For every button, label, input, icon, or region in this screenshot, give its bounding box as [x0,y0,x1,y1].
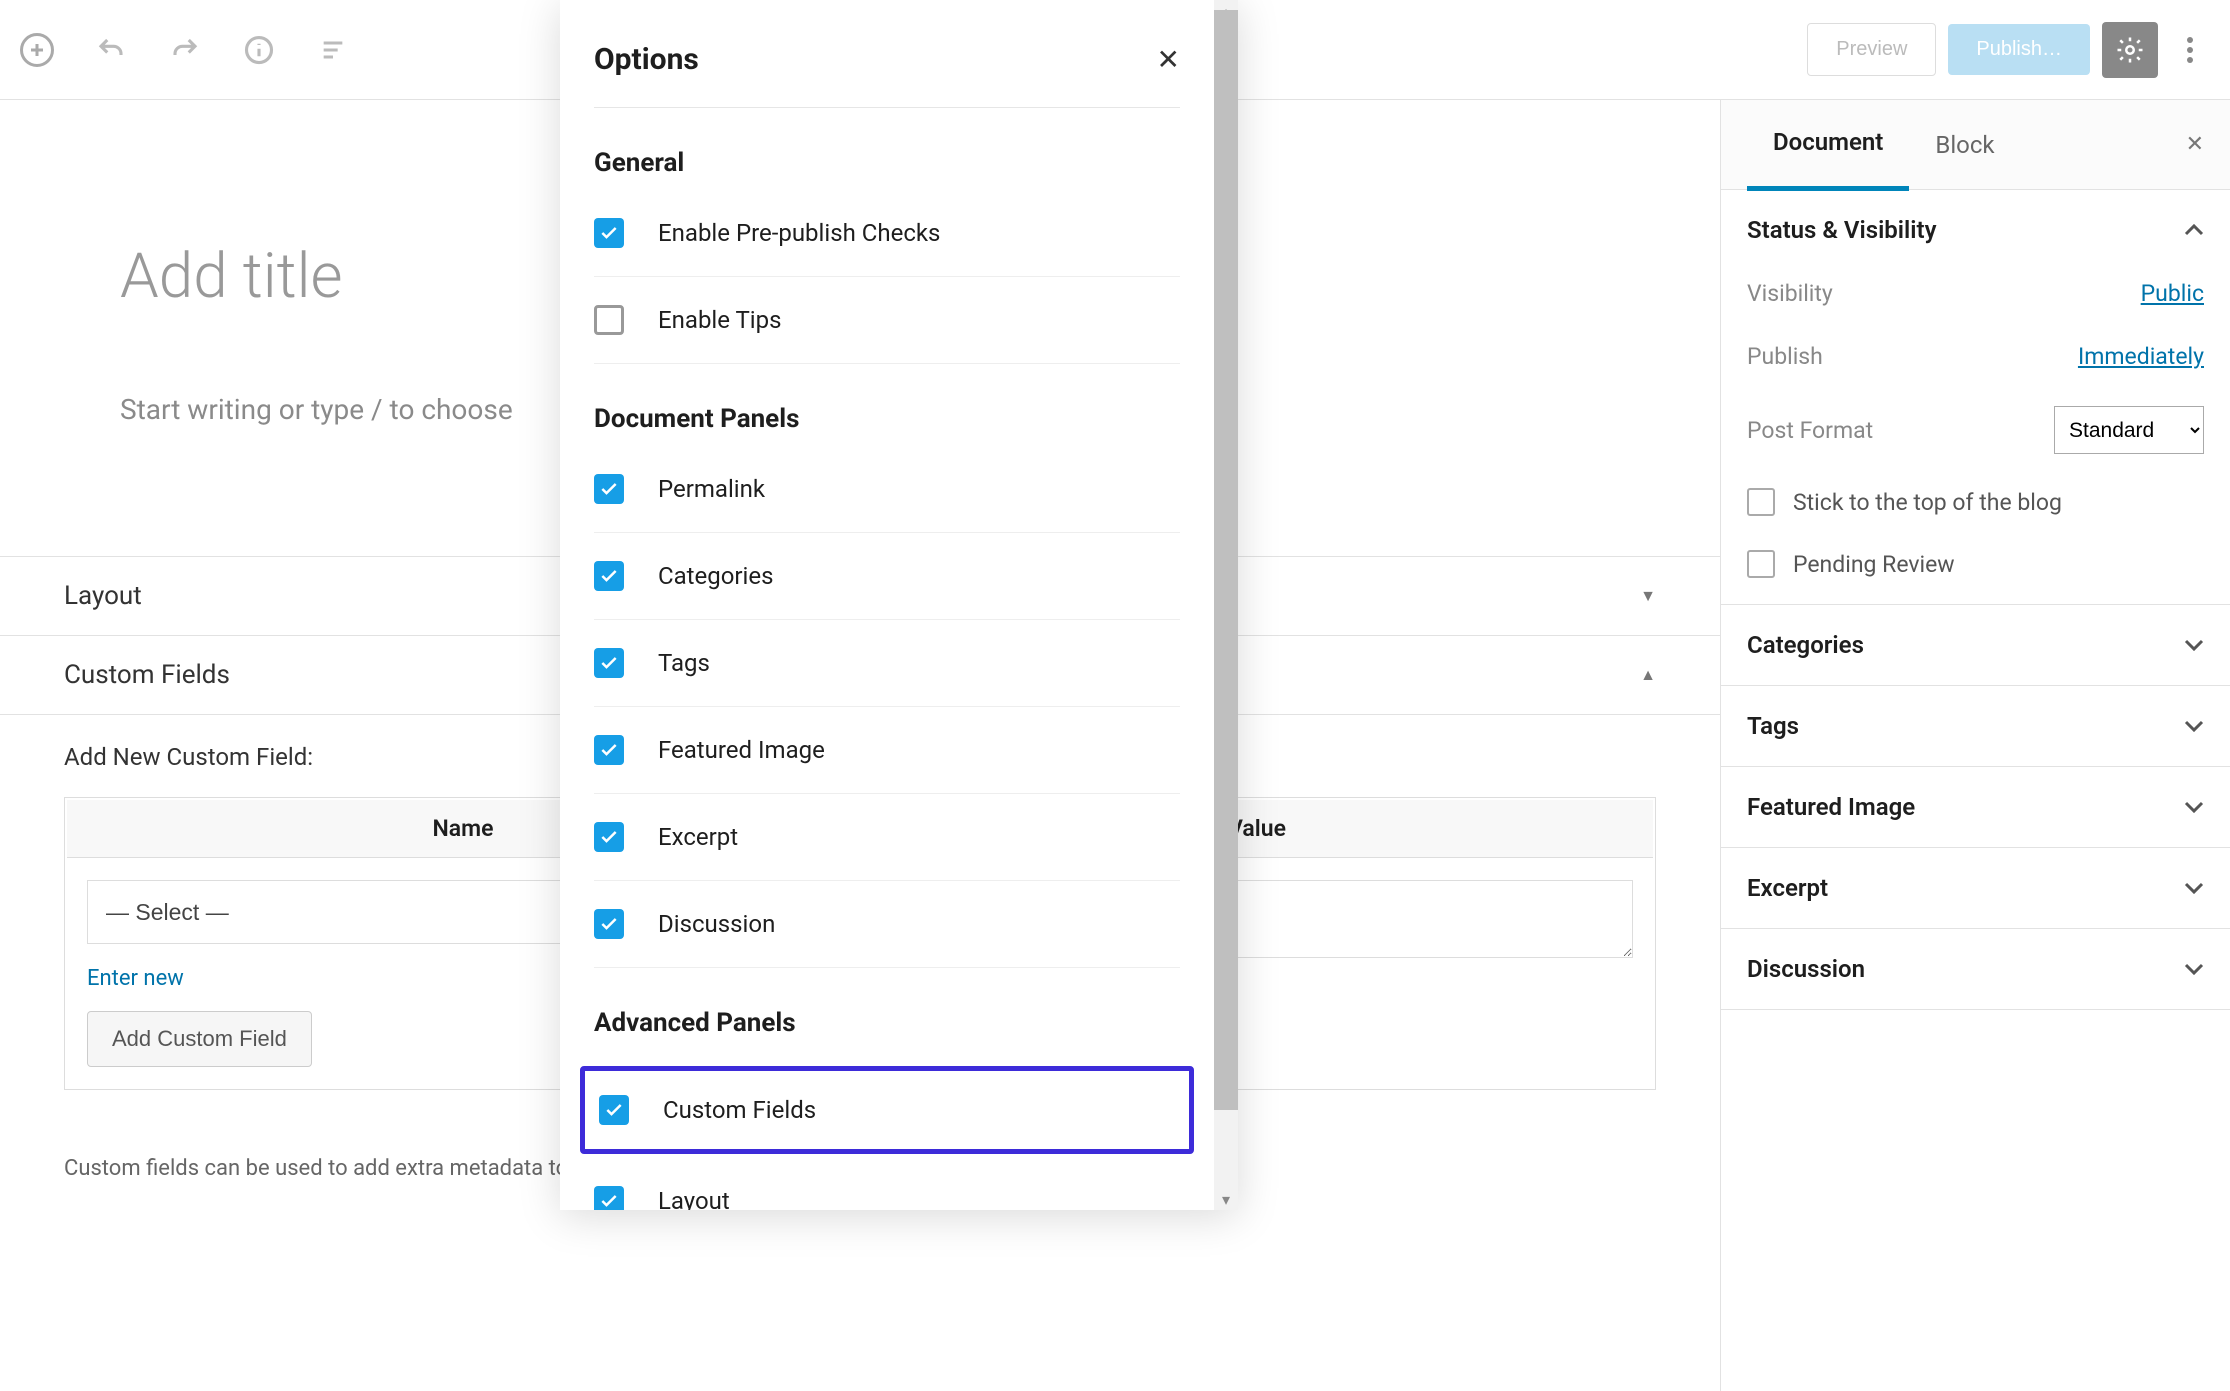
chevron-down-icon [2184,639,2204,651]
chevron-down-icon [2184,963,2204,975]
info-icon[interactable] [242,33,276,67]
status-visibility-toggle[interactable]: Status & Visibility [1747,216,2204,244]
modal-title: Options [594,42,699,77]
outline-icon[interactable] [316,33,350,67]
preview-button[interactable]: Preview [1807,23,1936,76]
add-block-icon[interactable] [20,33,54,67]
gear-icon [2115,35,2145,65]
option-categories[interactable]: Categories [594,533,1180,620]
option-label: Featured Image [658,736,825,764]
chevron-down-icon [2184,720,2204,732]
sidebar-panel-featured-image[interactable]: Featured Image [1721,767,2230,848]
options-modal: Options ✕ General Enable Pre-publish Che… [560,0,1238,1210]
option-tags[interactable]: Tags [594,620,1180,707]
sidebar-panel-excerpt[interactable]: Excerpt [1721,848,2230,929]
option-excerpt[interactable]: Excerpt [594,794,1180,881]
close-modal-button[interactable]: ✕ [1157,43,1180,76]
advanced-panels-heading: Advanced Panels [594,1008,1180,1038]
option-featured-image[interactable]: Featured Image [594,707,1180,794]
general-section-heading: General [594,148,1180,178]
sidebar-panel-categories[interactable]: Categories [1721,605,2230,686]
option-label: Enable Pre-publish Checks [658,219,940,247]
option-permalink[interactable]: Permalink [594,446,1180,533]
option-label: Discussion [658,910,775,938]
option-label: Enable Tips [658,306,782,334]
modal-scrollbar[interactable]: ▴ ▾ [1214,0,1238,1210]
tab-block[interactable]: Block [1909,101,2020,189]
add-custom-field-button[interactable]: Add Custom Field [87,1011,312,1067]
more-menu-button[interactable] [2170,22,2210,78]
tab-document[interactable]: Document [1747,100,1909,191]
chevron-down-icon: ▼ [1640,586,1656,606]
scrollbar-thumb[interactable] [1214,10,1238,1110]
sidebar-panel-tags[interactable]: Tags [1721,686,2230,767]
kebab-icon [2187,36,2193,64]
stick-checkbox[interactable]: Stick to the top of the blog [1747,488,2204,516]
chevron-down-icon [2184,882,2204,894]
settings-button[interactable] [2102,22,2158,78]
option-label: Tags [658,649,710,677]
option-layout[interactable]: Layout [594,1158,1180,1210]
chevron-up-icon [2184,224,2204,236]
option-label: Custom Fields [663,1096,816,1124]
checkbox-icon [594,648,624,678]
option-label: Categories [658,562,774,590]
chevron-down-icon [2184,801,2204,813]
visibility-row[interactable]: Visibility Public [1747,280,2204,307]
pending-review-checkbox[interactable]: Pending Review [1747,550,2204,578]
close-sidebar-button[interactable]: ✕ [2186,132,2204,157]
redo-icon[interactable] [168,33,202,67]
publish-button[interactable]: Publish… [1948,24,2090,75]
post-format-select[interactable]: Standard [2054,406,2204,454]
option-enable-tips[interactable]: Enable Tips [594,277,1180,364]
settings-sidebar: Document Block ✕ Status & Visibility Vis… [1720,100,2230,1391]
sidebar-panel-discussion[interactable]: Discussion [1721,929,2230,1010]
undo-icon[interactable] [94,33,128,67]
chevron-up-icon: ▲ [1640,665,1656,685]
document-panels-heading: Document Panels [594,404,1180,434]
publish-row[interactable]: Publish Immediately [1747,343,2204,370]
checkbox-icon [599,1095,629,1125]
option-label: Excerpt [658,823,738,851]
option-custom-fields[interactable]: Custom Fields [595,1077,1179,1143]
checkbox-icon [594,474,624,504]
option-discussion[interactable]: Discussion [594,881,1180,968]
enter-new-link[interactable]: Enter new [87,966,184,991]
scroll-down-arrow[interactable]: ▾ [1214,1188,1238,1210]
option-label: Layout [658,1187,730,1210]
option-enable-pre-publish-checks[interactable]: Enable Pre-publish Checks [594,190,1180,277]
post-format-label: Post Format [1747,417,1873,444]
checkbox-icon [594,218,624,248]
checkbox-icon [594,1186,624,1210]
checkbox-icon [594,909,624,939]
checkbox-icon [594,561,624,591]
checkbox-icon [594,822,624,852]
checkbox-icon [594,735,624,765]
checkbox-icon [594,305,624,335]
option-label: Permalink [658,475,765,503]
